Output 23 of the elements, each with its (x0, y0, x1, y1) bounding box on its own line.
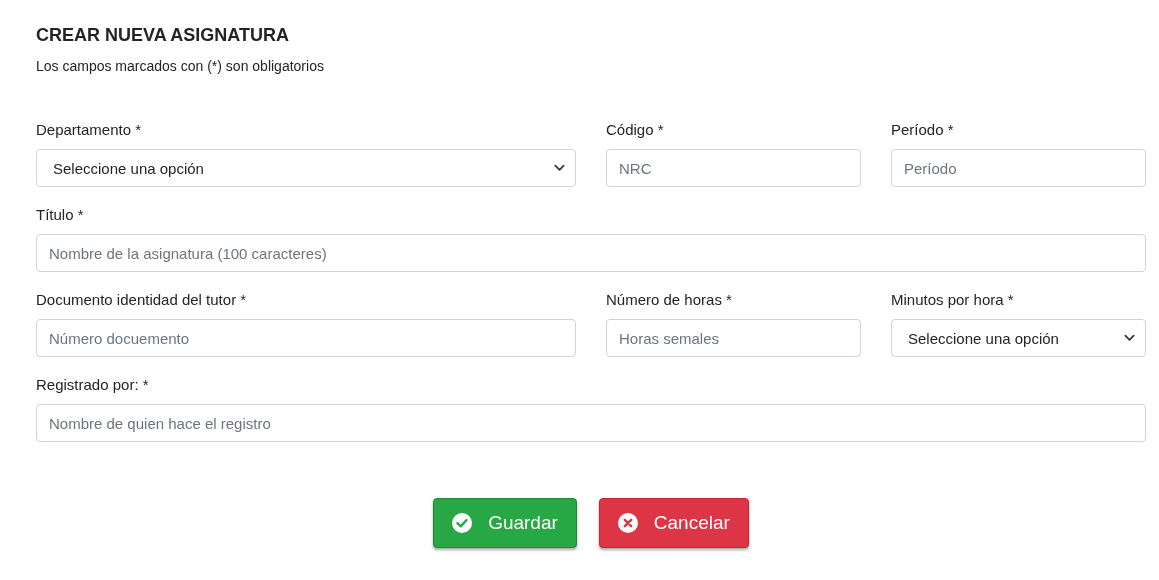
field-label: Documento identidad del tutor * (36, 290, 247, 310)
field-label: Período * (891, 120, 954, 140)
input-field[interactable]: Horas semales (606, 319, 861, 357)
x-circle-icon (617, 513, 638, 533)
select-field[interactable]: Seleccione una opción (891, 319, 1146, 357)
field-label: Registrado por: * (36, 375, 149, 395)
input-field[interactable]: Nombre de quien hace el registro (36, 404, 1146, 442)
form-title: CREAR NUEVA ASIGNATURA (36, 24, 290, 46)
form-note: Los campos marcados con (*) son obligatorios (36, 57, 325, 76)
select-field[interactable]: Seleccione una opción (36, 149, 576, 187)
input-field[interactable]: Período (891, 149, 1146, 187)
cancel-button[interactable]: Cancelar (598, 498, 749, 548)
chevron-down-icon (554, 164, 565, 172)
check-circle-icon (452, 513, 473, 533)
field-label: Título * (36, 205, 84, 225)
field-label: Minutos por hora * (891, 290, 1014, 310)
input-field[interactable]: Nombre de la asignatura (100 caracteres) (36, 234, 1146, 272)
chevron-down-icon (1124, 334, 1135, 342)
field-label: Código * (606, 120, 664, 140)
field-label: Número de horas * (606, 290, 732, 310)
field-label: Departamento * (36, 120, 142, 140)
input-field[interactable]: NRC (606, 149, 861, 187)
input-field[interactable]: Número docuemento (36, 319, 576, 357)
